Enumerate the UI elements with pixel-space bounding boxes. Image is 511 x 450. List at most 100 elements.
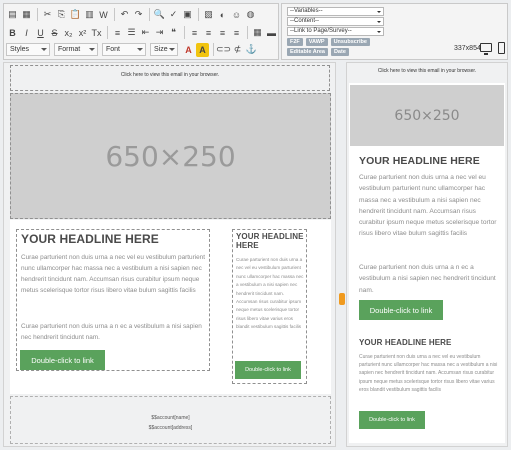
tag-editable-area[interactable]: Editable Area <box>287 48 328 56</box>
dimensions-readout: 337x854 <box>454 45 481 52</box>
mobile-paragraph-1: Curae parturient non duis urna a nec vel… <box>359 174 497 238</box>
font-combo-label: Font <box>106 46 121 53</box>
right-cta-button[interactable]: Double-click to link <box>235 361 301 379</box>
template-icon[interactable]: ▦ <box>20 8 33 22</box>
chevron-down-icon <box>137 48 143 51</box>
view-in-browser-link[interactable]: Click here to view this email in your br… <box>11 71 329 79</box>
subscript-icon[interactable]: x₂ <box>62 26 75 40</box>
left-headline[interactable]: YOUR HEADLINE HERE <box>21 232 159 246</box>
right-cta-label: Double-click to link <box>245 367 291 373</box>
content-select[interactable]: --Content-- <box>287 17 384 26</box>
mobile-view-in-browser-link[interactable]: Click here to view this email in your br… <box>347 67 507 75</box>
bg-color-icon[interactable]: A <box>196 42 209 57</box>
resize-handle[interactable] <box>339 293 345 305</box>
table-icon[interactable]: ▦ <box>251 26 264 40</box>
link-page-select-value: --Link to Page/Survey-- <box>290 28 352 34</box>
superscript-icon[interactable]: x² <box>76 26 89 40</box>
align-left-icon[interactable]: ≡ <box>188 26 201 40</box>
variables-select-value: --Variables-- <box>290 8 323 14</box>
chevron-down-icon <box>169 48 175 51</box>
left-paragraph-2[interactable]: Curae parturient non duis urna a n ec a … <box>21 321 207 343</box>
size-combo[interactable]: Size <box>150 43 178 56</box>
paste-word-icon[interactable]: W <box>97 8 110 22</box>
tag-vawp[interactable]: VAWP <box>305 38 328 46</box>
format-combo[interactable]: Format <box>54 43 98 56</box>
text-color-icon[interactable]: A <box>182 43 195 57</box>
size-combo-label: Size <box>154 46 168 53</box>
toolbar-separator <box>114 8 115 21</box>
unlink-icon[interactable]: ⊄ <box>231 43 244 57</box>
paste-icon[interactable]: 📋 <box>69 8 82 22</box>
mobile-headline-1: YOUR HEADLINE HERE <box>359 155 480 167</box>
source-icon[interactable]: ▤ <box>6 8 19 22</box>
mobile-paragraph-2: Curae parturient non duis urna a n ec a … <box>359 264 496 294</box>
tag-f2f[interactable]: F2F <box>287 38 303 46</box>
left-cta-label: Double-click to link <box>31 355 94 365</box>
bulleted-list-icon[interactable]: ☰ <box>125 26 138 40</box>
variables-select[interactable]: --Variables-- <box>287 7 384 16</box>
hr-icon[interactable]: ▬ <box>265 26 278 40</box>
align-right-icon[interactable]: ≡ <box>216 26 229 40</box>
mobile-cta-button-2[interactable]: Double-click to link <box>359 411 425 429</box>
cut-icon[interactable]: ✂ <box>41 8 54 22</box>
justify-icon[interactable]: ≡ <box>230 26 243 40</box>
editor-toolbar: ▤▦✂⎘📋▥W↶↷🔍✓▣▧◐☺◍ BIUSx₂x²Tx≡☰⇤⇥❝≡≡≡≡▦▬Ω … <box>3 3 289 60</box>
numbered-list-icon[interactable]: ≡ <box>111 26 124 40</box>
mobile-view-icon[interactable] <box>498 42 505 54</box>
chevron-down-icon <box>377 31 381 33</box>
mobile-cta-label-1: Double-click to link <box>369 305 433 315</box>
mobile-cta-button-1[interactable]: Double-click to link <box>359 300 443 320</box>
toolbar-row-2: BIUSx₂x²Tx≡☰⇤⇥❝≡≡≡≡▦▬Ω <box>6 24 293 41</box>
toolbar-separator <box>107 26 108 39</box>
toolbar-row-3: Styles Format Font Size A A ⊂⊃ ⊄ ⚓ <box>6 41 259 58</box>
select-all-icon[interactable]: ▣ <box>181 8 194 22</box>
image-icon[interactable]: ▧ <box>202 8 215 22</box>
blockquote-icon[interactable]: ❝ <box>167 26 180 40</box>
link-page-select[interactable]: --Link to Page/Survey-- <box>287 27 384 36</box>
toolbar-row-1: ▤ ▦ ✂ ⎘ 📋 ▥ W ↶ ↷ 🔍 ✓ ▣ ▧ ◐ ☺ ◍ <box>6 6 258 23</box>
font-combo[interactable]: Font <box>102 43 146 56</box>
toolbar-row-3-icons: A A ⊂⊃ ⊄ ⚓ <box>182 42 259 57</box>
styles-combo[interactable]: Styles <box>6 43 50 56</box>
tag-date[interactable]: Date <box>330 48 349 56</box>
underline-icon[interactable]: U <box>34 26 47 40</box>
bold-icon[interactable]: B <box>6 26 19 40</box>
merge-panel: --Variables-- --Content-- --Link to Page… <box>281 3 508 60</box>
spellcheck-icon[interactable]: ✓ <box>167 8 180 22</box>
preheader-region[interactable]: Click here to view this email in your br… <box>10 65 330 91</box>
redo-icon[interactable]: ↷ <box>132 8 145 22</box>
align-center-icon[interactable]: ≡ <box>202 26 215 40</box>
right-paragraph[interactable]: Curae parturient non duis urna a nec vel… <box>236 256 306 332</box>
anchor-icon[interactable]: ⚓ <box>245 43 258 57</box>
format-combo-label: Format <box>58 46 81 53</box>
smiley-icon[interactable]: ☺ <box>230 8 243 22</box>
italic-icon[interactable]: I <box>20 26 33 40</box>
chevron-down-icon <box>89 48 95 51</box>
find-icon[interactable]: 🔍 <box>153 8 166 22</box>
flash-icon[interactable]: ◐ <box>216 8 229 22</box>
chevron-down-icon <box>41 48 47 51</box>
footer-region[interactable]: $$account[name] $$account[address] <box>10 396 331 444</box>
special-char-icon[interactable]: ◍ <box>244 8 257 22</box>
toolbar-separator <box>37 8 38 21</box>
right-headline[interactable]: YOUR HEADLINE HERE <box>236 232 306 250</box>
hero-image-placeholder[interactable]: 650×250 <box>10 93 331 219</box>
toolbar-separator <box>198 8 199 21</box>
footer-account-address: $$account[address] <box>148 425 193 431</box>
chevron-down-icon <box>377 11 381 13</box>
indent-icon[interactable]: ⇥ <box>153 26 166 40</box>
copy-icon[interactable]: ⎘ <box>55 8 68 22</box>
tag-unsubscribe[interactable]: Unsubscribe <box>330 38 370 46</box>
desktop-view-icon[interactable] <box>480 43 492 55</box>
outdent-icon[interactable]: ⇤ <box>139 26 152 40</box>
remove-format-icon[interactable]: Tx <box>90 26 103 40</box>
strike-icon[interactable]: S <box>48 26 61 40</box>
left-paragraph-1[interactable]: Curae parturient non duis urna a nec vel… <box>21 252 207 296</box>
left-cta-button[interactable]: Double-click to link <box>20 350 105 370</box>
link-icon[interactable]: ⊂⊃ <box>216 43 231 57</box>
paste-text-icon[interactable]: ▥ <box>83 8 96 22</box>
toolbar-separator <box>149 8 150 21</box>
undo-icon[interactable]: ↶ <box>118 8 131 22</box>
mobile-preview: Click here to view this email in your br… <box>346 62 508 447</box>
desktop-canvas[interactable]: Click here to view this email in your br… <box>3 62 336 447</box>
